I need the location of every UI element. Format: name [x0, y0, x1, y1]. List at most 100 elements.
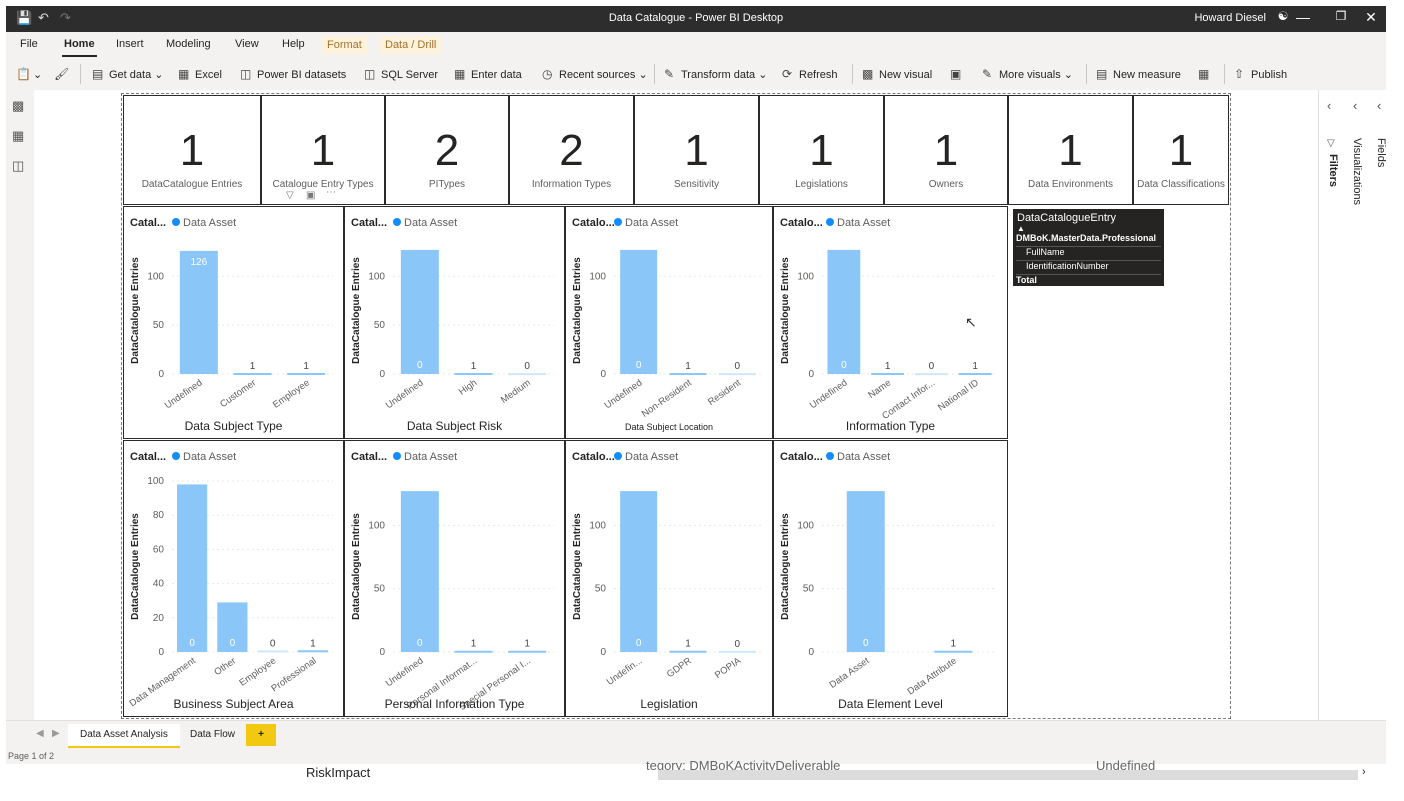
more-visuals-button[interactable]: ✎ More visuals ⌄ [982, 67, 1073, 81]
sort-arrow-icon[interactable]: ▲ [1017, 224, 1025, 233]
bar [454, 650, 493, 653]
tab-data-flow[interactable]: Data Flow [178, 724, 247, 746]
y-axis-label: DataCatalogue Entries [780, 257, 791, 364]
card-sensitivity[interactable]: 1 Sensitivity [634, 95, 759, 205]
card-label: Data Classifications [1137, 179, 1225, 190]
tab-scroll-left-icon[interactable]: ◀ [36, 728, 44, 739]
collapse-visualizations-icon[interactable]: ‹ [1353, 98, 1357, 113]
excel-button[interactable]: ▦ Excel [178, 67, 222, 81]
card-pitypes[interactable]: 2 PITypes [385, 95, 509, 205]
focus-mode-icon[interactable]: ▣ [306, 190, 315, 201]
data-label: 0 [636, 638, 642, 649]
chart-business-subject-area[interactable]: Catal... Data Asset DataCatalogue Entries 0… [123, 440, 344, 717]
excel-icon: ▦ [178, 67, 190, 81]
transform-icon: ✎ [664, 67, 675, 81]
more-visuals-icon: ✎ [982, 67, 993, 81]
card-datacatalogue-entries[interactable]: 1 DataCatalogue Entries [123, 95, 261, 205]
chart-data-subject-location[interactable]: Catalo... Data Asset DataCatalogue Entries… [565, 206, 773, 439]
x-axis-label: Data Subject Type [185, 419, 283, 433]
more-options-icon[interactable]: ⋯ [326, 187, 336, 198]
model-view-icon[interactable]: ◫ [12, 158, 24, 174]
tab-data-asset-analysis[interactable]: Data Asset Analysis [68, 724, 180, 749]
fields-pane-label[interactable]: Fields [1375, 138, 1387, 167]
close-button[interactable]: ✕ [1356, 9, 1386, 26]
bar-chart-icon: ▩ [862, 67, 874, 81]
matrix-row[interactable]: FullName [1016, 247, 1161, 261]
chart-data-element-level[interactable]: Catalo... Data Asset DataCatalogue Entries… [773, 440, 1008, 717]
x-tick-label: Other [212, 655, 238, 678]
card-data-classifications[interactable]: 1 Data Classifications [1133, 95, 1229, 205]
calculator-icon: ▤ [1096, 67, 1108, 81]
bar [958, 373, 992, 376]
card-data-environments[interactable]: 1 Data Environments [1008, 95, 1133, 205]
card-legislations[interactable]: 1 Legislations [759, 95, 884, 205]
minimize-button[interactable]: — [1288, 9, 1318, 25]
format-painter-button[interactable]: 🖌 [54, 67, 71, 81]
recent-sources-label: Recent sources [559, 69, 636, 81]
visualizations-pane-label[interactable]: Visualizations [1351, 138, 1363, 205]
transform-data-button[interactable]: ✎ Transform data ⌄ [664, 67, 767, 81]
card-information-types[interactable]: 2 Information Types [509, 95, 634, 205]
matrix-total-row[interactable]: Total [1016, 275, 1161, 286]
bar [177, 484, 208, 652]
paste-button[interactable]: 📋 ⌄ [16, 67, 42, 81]
chart-legislation[interactable]: Catalo... Data Asset DataCatalogue Entries… [565, 440, 773, 717]
get-data-button[interactable]: ▤ Get data ⌄ [92, 67, 163, 81]
scroll-right-icon[interactable]: › [1362, 766, 1366, 778]
matrix-row[interactable]: DMBoK.MasterData.Professional [1016, 233, 1161, 247]
menu-home[interactable]: Home [62, 38, 97, 57]
pbi-datasets-button[interactable]: ◫ Power BI datasets [240, 67, 346, 81]
ribbon-separator [1224, 64, 1225, 84]
collapse-fields-icon[interactable]: ‹ [1377, 98, 1381, 113]
transform-data-label: Transform data [681, 69, 756, 81]
add-page-button[interactable]: + [246, 724, 276, 746]
filters-pane-label[interactable]: Filters [1327, 154, 1339, 187]
quick-measure-button[interactable]: ▦ [1198, 67, 1215, 81]
new-visual-button[interactable]: ▩ New visual [862, 67, 932, 81]
tab-scroll-right-icon[interactable]: ▶ [52, 728, 60, 739]
card-value: 1 [179, 126, 205, 175]
refresh-button[interactable]: ⟳ Refresh [782, 67, 838, 81]
card-label: Information Types [531, 179, 612, 190]
ribbon-separator [654, 64, 655, 84]
page-indicator: Page 1 of 2 [8, 751, 55, 761]
chart-personal-information-type[interactable]: Catal... Data Asset DataCatalogue Entries 0… [344, 440, 565, 717]
text-box-button[interactable]: ▣ [950, 67, 967, 81]
user-name[interactable]: Howard Diesel [1194, 12, 1266, 24]
y-tick-label: 50 [374, 320, 386, 331]
data-label: 0 [417, 638, 423, 649]
collapse-filters-icon[interactable]: ‹ [1327, 98, 1331, 113]
card-owners[interactable]: 1 Owners [884, 95, 1008, 205]
recent-icon: ◷ [542, 67, 553, 81]
x-axis-label: Data Subject Risk [407, 419, 503, 433]
matrix-visual[interactable]: DataCatalogueEntry ▲ DMBoK.MasterData.Pr… [1013, 209, 1164, 286]
chart-data-subject-risk[interactable]: Catal... Data Asset DataCatalogue Entries 0… [344, 206, 565, 439]
menu-format[interactable]: Format [322, 36, 367, 54]
y-axis-label: DataCatalogue Entries [780, 513, 791, 620]
bar [718, 373, 756, 376]
menu-insert[interactable]: Insert [116, 38, 144, 50]
bar [669, 373, 707, 376]
recent-sources-button[interactable]: ◷ Recent sources ⌄ [542, 67, 648, 81]
matrix-row[interactable]: IdentificationNumber [1016, 261, 1161, 275]
new-measure-button[interactable]: ▤ New measure [1096, 67, 1181, 81]
y-tick-label: 0 [379, 647, 385, 658]
menu-view[interactable]: View [235, 38, 259, 50]
enter-data-button[interactable]: ▦ Enter data [454, 67, 522, 81]
horizontal-scrollbar[interactable] [658, 770, 1358, 780]
menu-file[interactable]: File [20, 38, 38, 50]
report-view-icon[interactable]: ▩ [12, 98, 24, 114]
chart-data-subject-type[interactable]: Catal... Data Asset DataCatalogue Entries 0… [123, 206, 344, 439]
matrix-header[interactable]: DataCatalogueEntry [1017, 212, 1116, 224]
y-axis-label: DataCatalogue Entries [130, 513, 141, 620]
publish-button[interactable]: ⇧ Publish [1234, 67, 1287, 81]
menu-modeling[interactable]: Modeling [166, 38, 211, 50]
brush-icon: 🖌 [54, 67, 70, 81]
card-catalogue-entry-types[interactable]: 1 Catalogue Entry Types ▽ ▣ ⋯ [261, 95, 385, 205]
sql-server-button[interactable]: ◫ SQL Server [364, 67, 438, 81]
menu-data-drill[interactable]: Data / Drill [380, 36, 442, 54]
menu-help[interactable]: Help [282, 38, 305, 50]
filter-icon[interactable]: ▽ [286, 190, 294, 201]
data-view-icon[interactable]: ▦ [12, 128, 24, 144]
maximize-button[interactable]: ❐ [1326, 9, 1356, 23]
